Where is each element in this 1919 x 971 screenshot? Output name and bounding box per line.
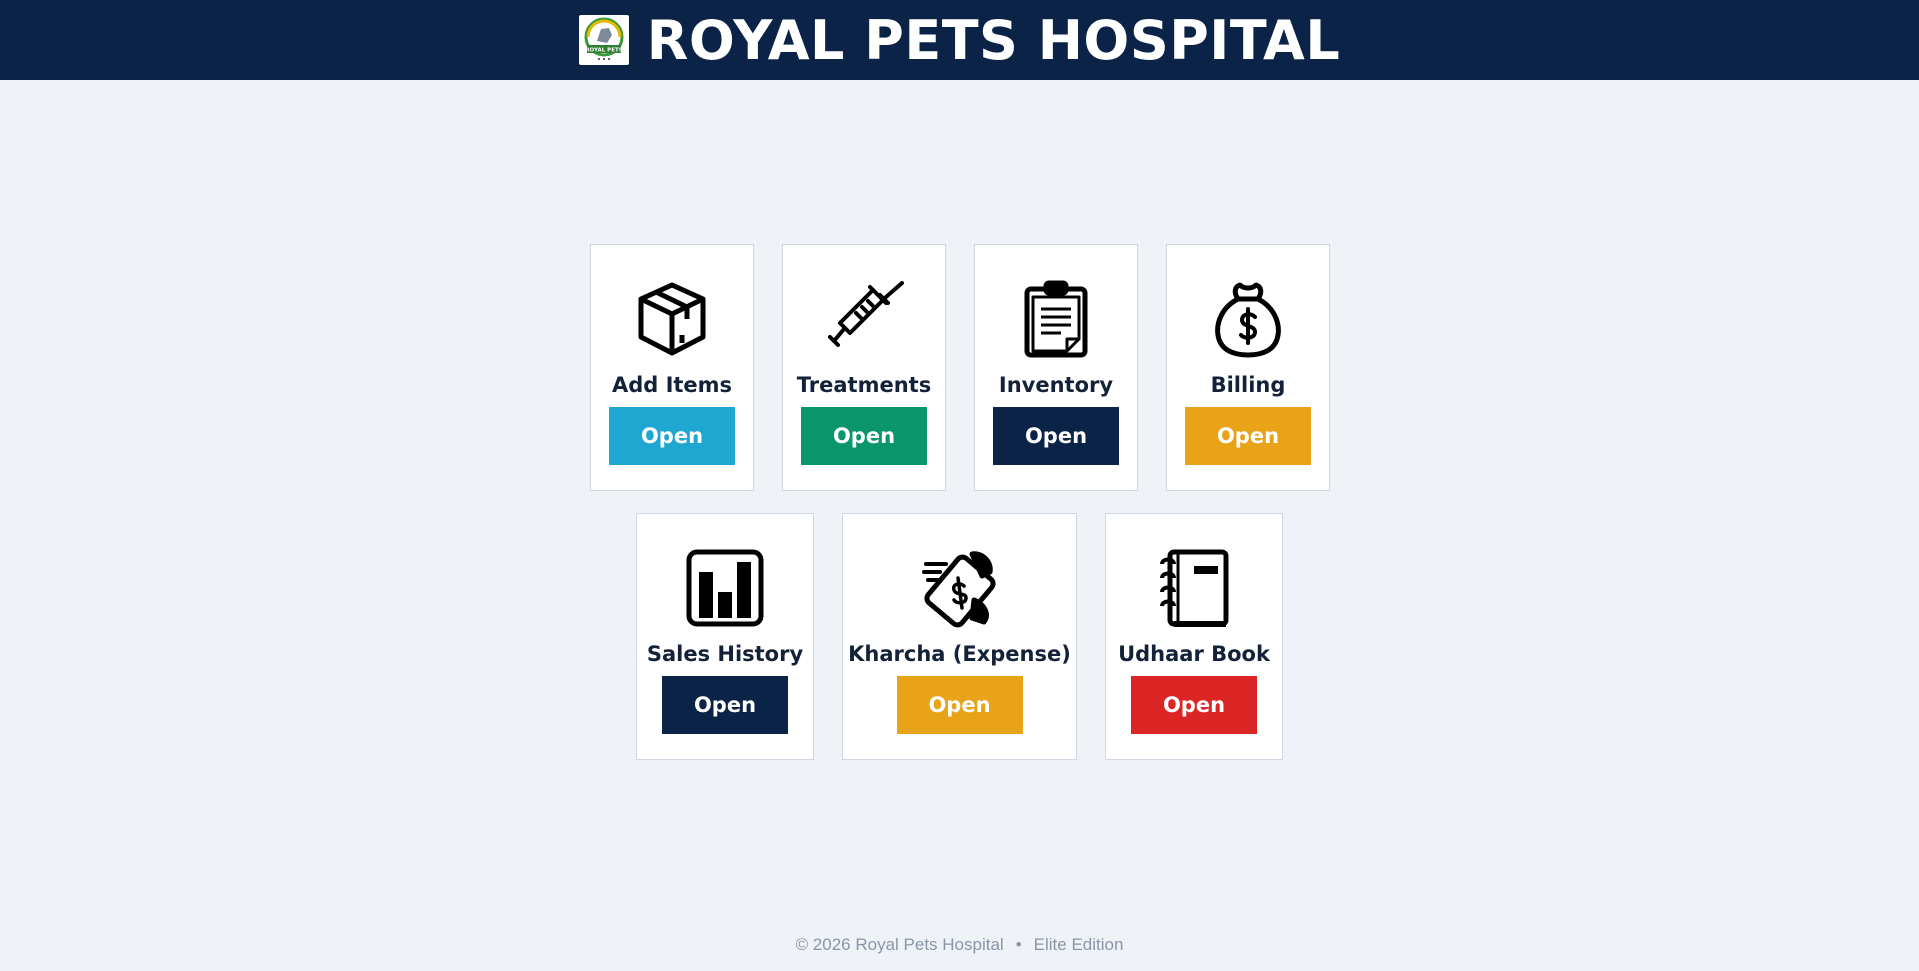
open-kharcha-button[interactable]: Open bbox=[896, 676, 1023, 734]
card-label: Kharcha (Expense) bbox=[848, 642, 1071, 666]
card-label: Billing bbox=[1210, 373, 1286, 397]
footer-copyright: © 2026 Royal Pets Hospital bbox=[795, 935, 1004, 954]
svg-text:ROYAL PETS: ROYAL PETS bbox=[585, 48, 622, 54]
footer: © 2026 Royal Pets Hospital • Elite Edition bbox=[0, 935, 1919, 955]
card-billing: Billing Open bbox=[1166, 244, 1330, 491]
card-add-items: Add Items Open bbox=[590, 244, 754, 491]
hospital-logo: ROYAL PETS bbox=[578, 15, 629, 65]
open-udhaar-book-button[interactable]: Open bbox=[1131, 676, 1257, 734]
clipboard-icon bbox=[1016, 279, 1096, 359]
open-sales-history-button[interactable]: Open bbox=[662, 676, 788, 734]
open-treatments-button[interactable]: Open bbox=[801, 407, 927, 465]
cash-hand-icon bbox=[920, 548, 1000, 628]
card-label: Sales History bbox=[646, 642, 804, 666]
card-label: Treatments bbox=[796, 373, 932, 397]
box-icon bbox=[632, 279, 712, 359]
syringe-icon bbox=[824, 279, 904, 359]
open-add-items-button[interactable]: Open bbox=[609, 407, 735, 465]
bar-chart-icon bbox=[685, 548, 765, 628]
footer-edition: Elite Edition bbox=[1033, 935, 1124, 954]
card-label: Inventory bbox=[998, 373, 1114, 397]
card-inventory: Inventory Open bbox=[974, 244, 1138, 491]
open-inventory-button[interactable]: Open bbox=[993, 407, 1119, 465]
card-label: Udhaar Book bbox=[1118, 642, 1270, 666]
card-udhaar-book: Udhaar Book Open bbox=[1105, 513, 1283, 760]
footer-separator: • bbox=[1015, 935, 1022, 954]
money-bag-icon bbox=[1208, 279, 1288, 359]
app-title: ROYAL PETS HOSPITAL bbox=[646, 8, 1341, 72]
notebook-icon bbox=[1154, 548, 1234, 628]
header-bar: ROYAL PETS ROYAL PETS HOSPITAL bbox=[0, 0, 1919, 80]
open-billing-button[interactable]: Open bbox=[1185, 407, 1311, 465]
card-kharcha: Kharcha (Expense) Open bbox=[842, 513, 1077, 760]
card-treatments: Treatments Open bbox=[782, 244, 946, 491]
card-label: Add Items bbox=[611, 373, 733, 397]
card-sales-history: Sales History Open bbox=[636, 513, 814, 760]
